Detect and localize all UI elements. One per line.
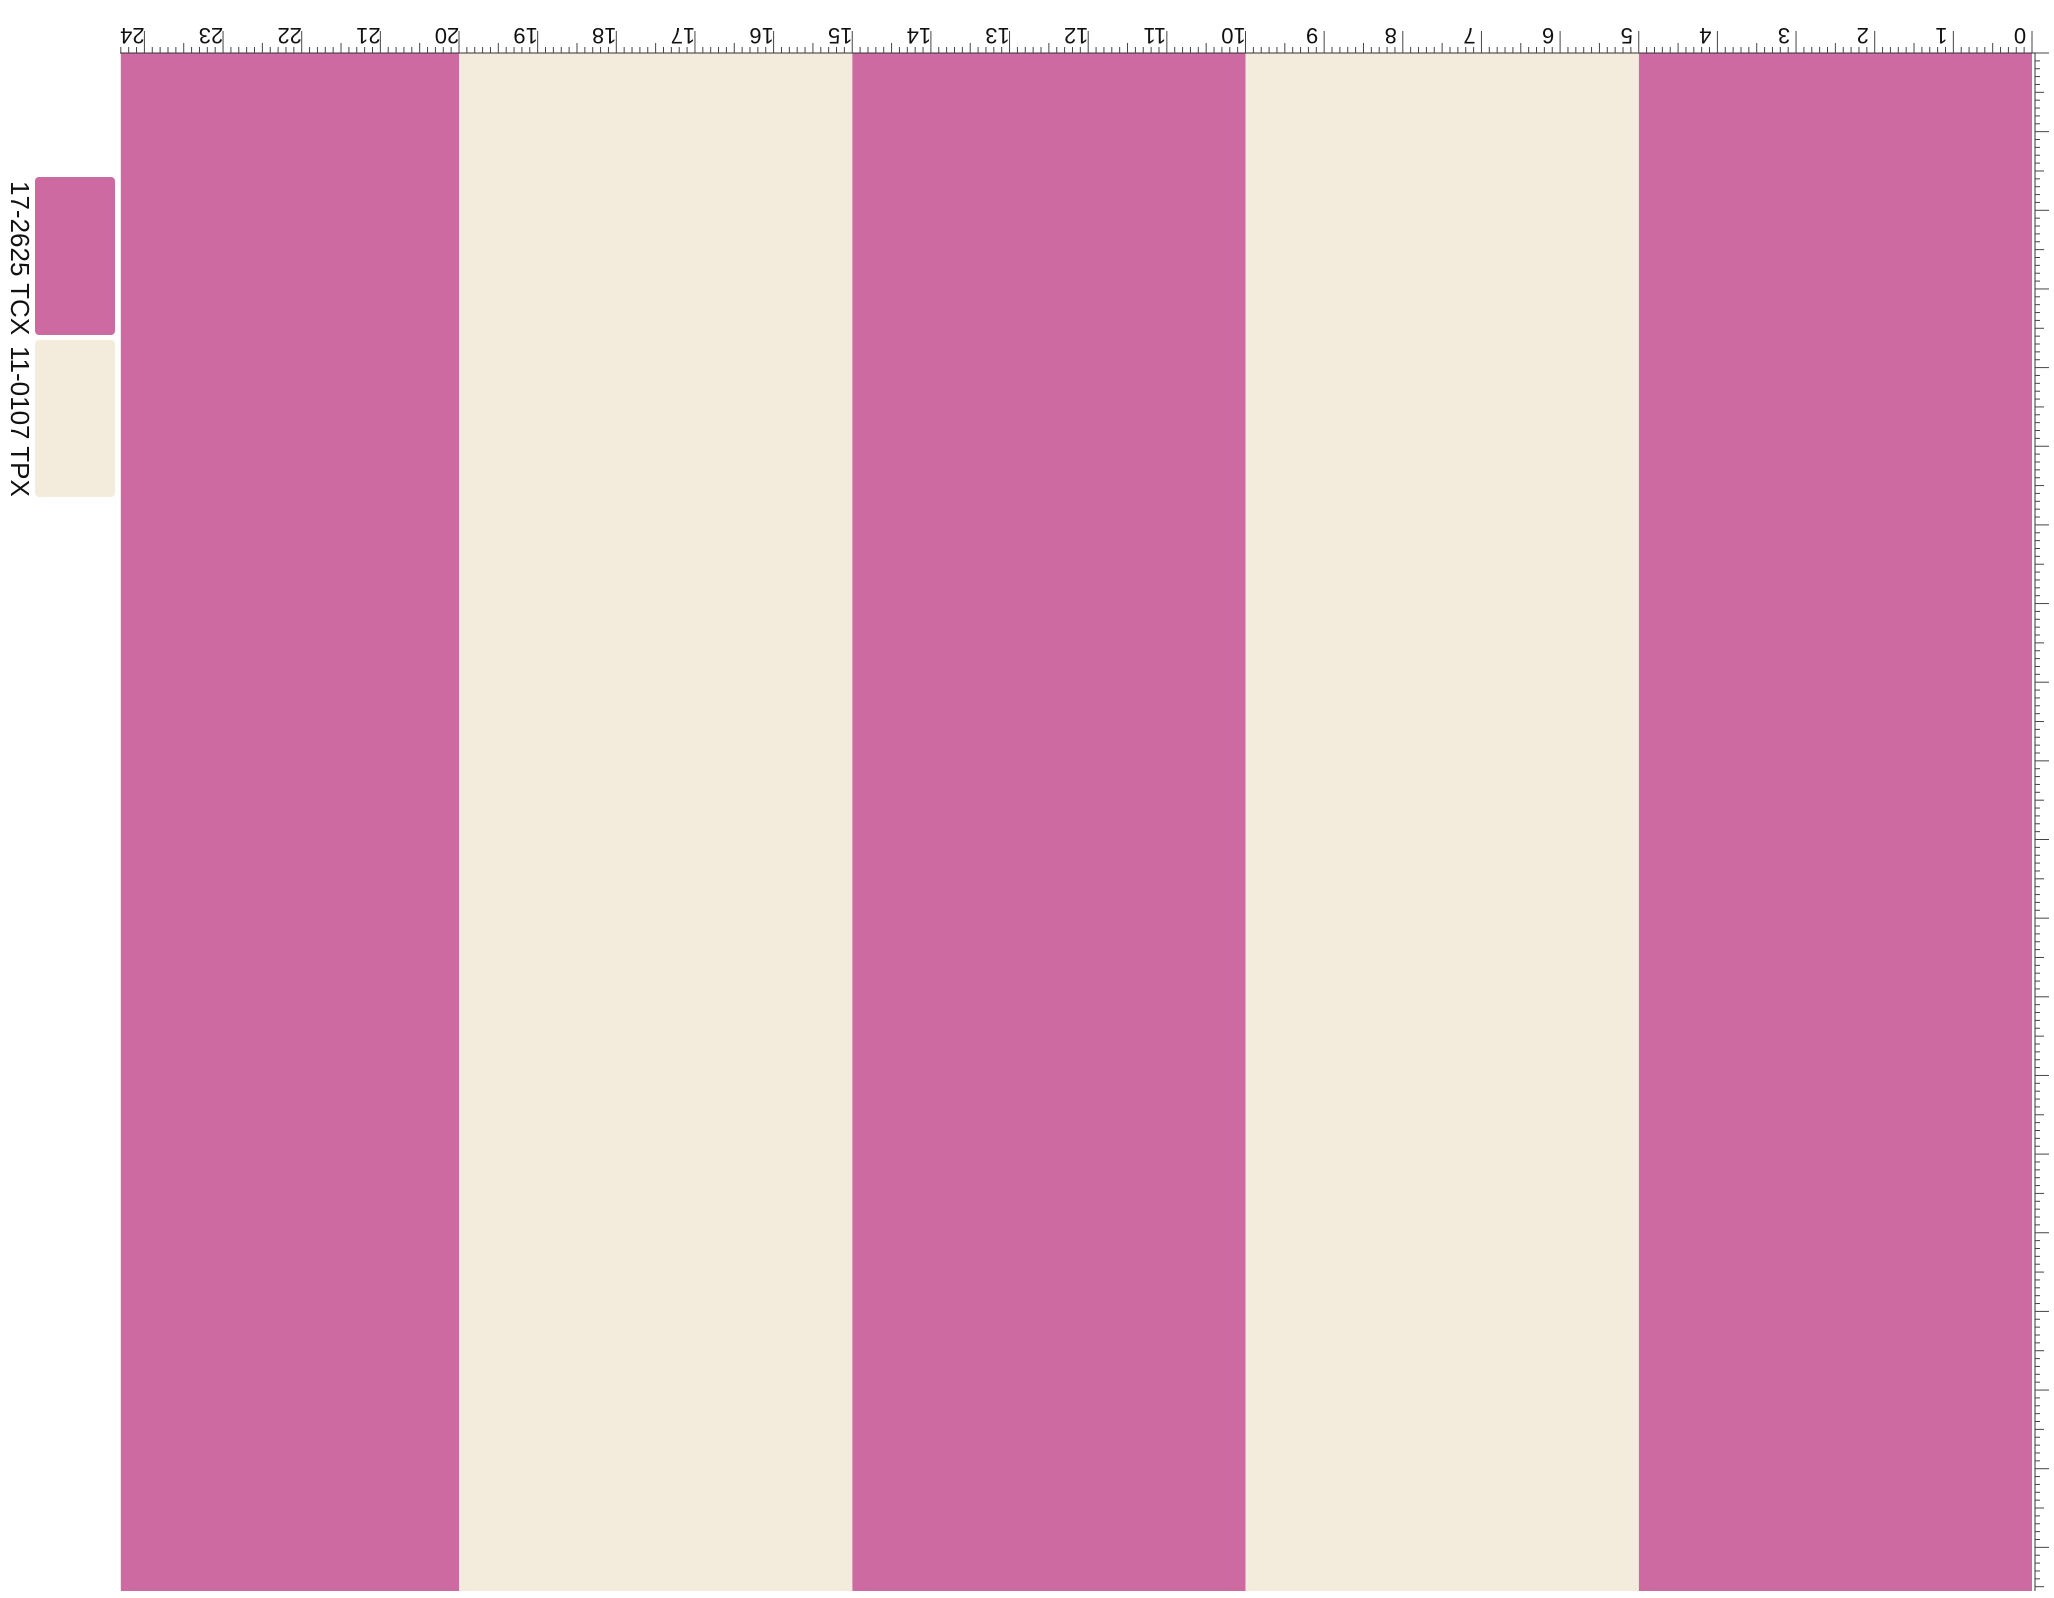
stripe-4: [120, 53, 460, 1591]
top-ruler-label: 24: [120, 23, 144, 48]
top-ruler-label: 11: [1143, 23, 1166, 48]
stripe-1: [1245, 53, 1639, 1591]
top-ruler-label: 12: [1064, 23, 1088, 48]
top-ruler-label: 4: [1699, 23, 1711, 48]
top-ruler-label: 16: [749, 23, 773, 48]
top-ruler-label: 5: [1621, 23, 1633, 48]
top-ruler: 0123456789101112131415161718192021222324: [120, 23, 2040, 54]
top-ruler-label: 6: [1542, 23, 1554, 48]
top-ruler-label: 17: [671, 23, 695, 48]
top-ruler-label: 10: [1221, 23, 1245, 48]
top-ruler-label: 8: [1385, 23, 1397, 48]
top-ruler-label: 9: [1306, 23, 1318, 48]
top-ruler-label: 2: [1857, 23, 1869, 48]
stripes-layer: [120, 53, 2032, 1591]
top-ruler-label: 1: [1935, 23, 1947, 48]
stripe-0: [1638, 53, 2032, 1591]
top-ruler-label: 19: [513, 23, 537, 48]
top-ruler-label: 21: [356, 23, 380, 48]
top-ruler-label: 14: [907, 23, 931, 48]
stripe-3: [459, 53, 853, 1591]
stripe-2: [852, 53, 1246, 1591]
pattern-stage: 17-2625 TCX 11-0107 TPX 0 1 2 3 4 5 6 7 8 9 10 11 12…: [0, 0, 2054, 1598]
top-ruler-label: 7: [1463, 23, 1475, 48]
top-ruler-label: 13: [985, 23, 1009, 48]
top-ruler-label: 18: [592, 23, 616, 48]
top-ruler-label: 15: [828, 23, 852, 48]
right-ruler: [2034, 52, 2049, 1591]
top-ruler-label: 22: [277, 23, 301, 48]
top-ruler-label: 20: [435, 23, 459, 48]
stripe-pattern-canvas: 0123456789101112131415161718192021222324: [120, 23, 2049, 1591]
top-ruler-label: 3: [1778, 23, 1790, 48]
top-ruler-label: 23: [199, 23, 223, 48]
top-ruler-label: 0: [2014, 23, 2026, 48]
